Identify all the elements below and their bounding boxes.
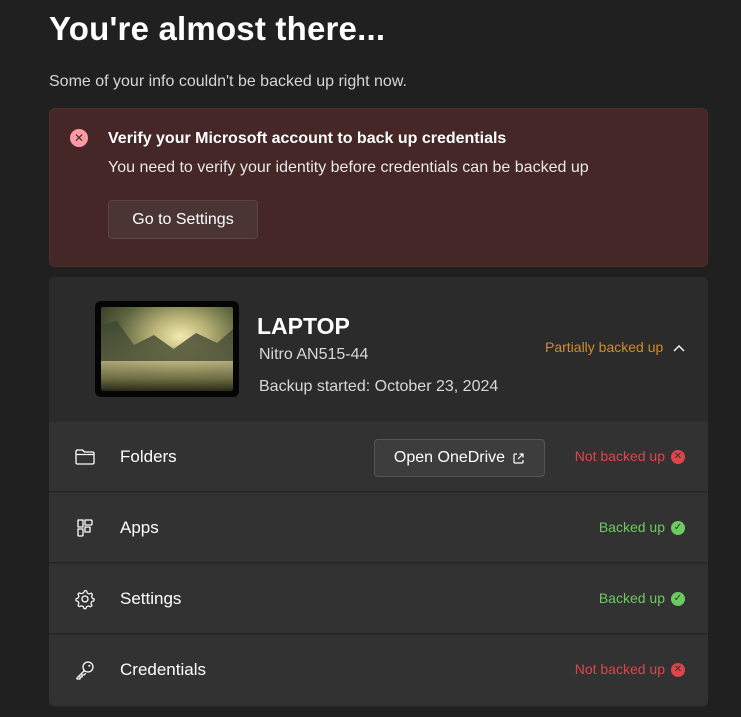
item-status: Not backed up — [574, 661, 665, 677]
device-name: LAPTOP — [257, 313, 350, 339]
backup-item-folders: Folders Open OneDrive Not backed up ✕ — [49, 422, 708, 492]
chevron-up-icon[interactable] — [672, 341, 686, 355]
error-status-icon: ✕ — [671, 450, 685, 464]
success-status-icon: ✓ — [671, 592, 685, 606]
item-label: Folders — [120, 447, 177, 466]
item-label: Apps — [120, 518, 159, 537]
backup-item-credentials: Credentials Not backed up ✕ — [49, 635, 708, 705]
backup-item-apps: Apps Backed up ✓ — [49, 493, 708, 563]
key-icon — [74, 659, 96, 681]
device-card: LAPTOP Nitro AN515-44 Backup started: Oc… — [49, 277, 708, 707]
folder-icon — [74, 446, 96, 468]
item-label: Settings — [120, 589, 182, 608]
item-label: Credentials — [120, 660, 206, 679]
backup-started-date: Backup started: October 23, 2024 — [259, 378, 499, 395]
alert-message: You need to verify your identity before … — [108, 159, 589, 176]
open-onedrive-label: Open OneDrive — [393, 449, 506, 466]
go-to-settings-button[interactable]: Go to Settings — [108, 200, 258, 239]
external-link-icon — [512, 452, 525, 465]
page-title: You're almost there... — [49, 10, 386, 47]
device-backup-status: Partially backed up — [545, 339, 664, 355]
item-status: Backed up — [598, 519, 665, 535]
backup-item-settings: Settings Backed up ✓ — [49, 564, 708, 634]
device-model: Nitro AN515-44 — [259, 346, 369, 363]
item-status: Not backed up — [574, 448, 665, 464]
page-subtitle: Some of your info couldn't be backed up … — [49, 73, 407, 90]
credentials-alert: ✕ Verify your Microsoft account to back … — [49, 108, 708, 267]
apps-icon — [74, 517, 96, 539]
error-icon: ✕ — [70, 129, 88, 147]
item-status: Backed up — [598, 590, 665, 606]
open-onedrive-button[interactable]: Open OneDrive — [374, 439, 545, 477]
device-wallpaper-image — [101, 307, 233, 391]
error-status-icon: ✕ — [671, 663, 685, 677]
success-status-icon: ✓ — [671, 521, 685, 535]
alert-title: Verify your Microsoft account to back up… — [108, 130, 507, 147]
device-thumbnail — [95, 301, 239, 397]
device-header[interactable]: LAPTOP Nitro AN515-44 Backup started: Oc… — [49, 277, 708, 423]
gear-icon — [74, 588, 96, 610]
